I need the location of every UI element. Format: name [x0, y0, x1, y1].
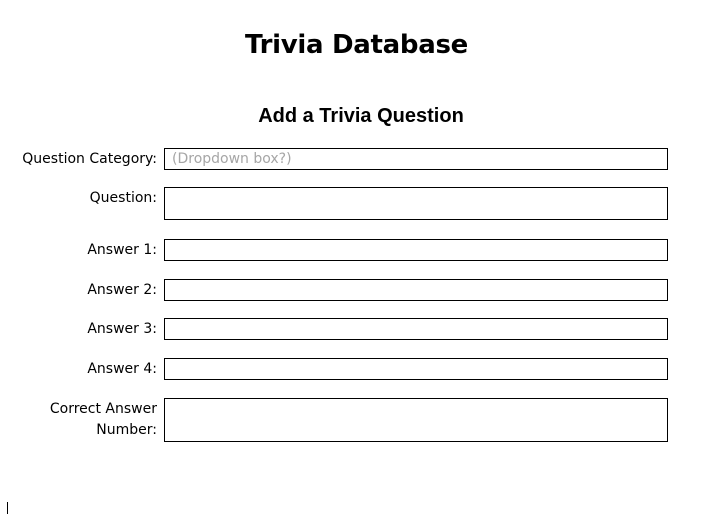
answer-1-label: Answer 1:: [87, 242, 157, 258]
answer-3-field[interactable]: [164, 318, 668, 340]
question-field[interactable]: [164, 187, 668, 220]
question-category-label: Question Category:: [22, 151, 157, 167]
answer-2-label: Answer 2:: [87, 282, 157, 298]
answer-4-field[interactable]: [164, 358, 668, 380]
answer-3-label: Answer 3:: [87, 321, 157, 337]
correct-answer-label-line1: Correct Answer: [49, 401, 157, 417]
question-category-placeholder: (Dropdown box?): [172, 151, 292, 167]
answer-2-field[interactable]: [164, 279, 668, 301]
question-category-field[interactable]: (Dropdown box?): [164, 148, 668, 170]
answer-1-field[interactable]: [164, 239, 668, 261]
question-label: Question:: [89, 190, 157, 206]
document-title: Trivia Database: [245, 30, 468, 60]
correct-answer-field[interactable]: [164, 398, 668, 442]
text-cursor: [7, 502, 8, 514]
section-title: Add a Trivia Question: [258, 105, 464, 127]
answer-4-label: Answer 4:: [87, 361, 157, 377]
correct-answer-label-line2: Number:: [96, 422, 157, 438]
